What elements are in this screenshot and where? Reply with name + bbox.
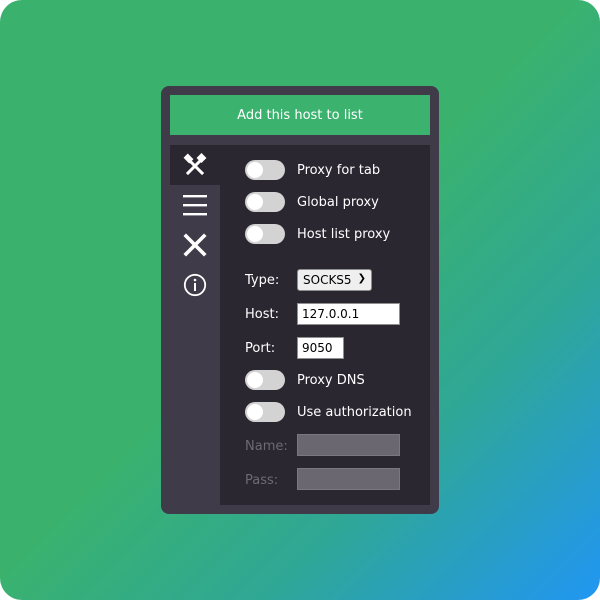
sidebar-item-info[interactable] <box>170 265 220 305</box>
global-proxy-toggle[interactable] <box>245 192 285 212</box>
toggle-knob <box>247 162 263 178</box>
proxy-for-tab-toggle[interactable] <box>245 160 285 180</box>
host-list-proxy-toggle[interactable] <box>245 224 285 244</box>
global-proxy-row: Global proxy <box>245 191 379 213</box>
hamburger-list-icon <box>183 195 207 216</box>
close-icon <box>183 233 207 257</box>
host-list-proxy-label: Host list proxy <box>297 226 391 242</box>
port-label: Port: <box>245 341 276 356</box>
proxy-type-select[interactable]: SOCKS5 ❯ <box>297 269 372 291</box>
host-label: Host: <box>245 307 279 322</box>
toggle-knob <box>247 404 263 420</box>
name-label: Name: <box>245 439 288 454</box>
host-input[interactable] <box>297 303 400 325</box>
toggle-knob <box>247 372 263 388</box>
sidebar-item-tools[interactable] <box>170 145 220 185</box>
toggle-knob <box>247 194 263 210</box>
sidebar-item-remove[interactable] <box>170 225 220 265</box>
name-input[interactable] <box>297 434 400 456</box>
hammer-pick-icon <box>183 153 207 176</box>
use-authorization-toggle[interactable] <box>245 402 285 422</box>
info-icon <box>183 273 207 297</box>
proxy-dns-label: Proxy DNS <box>297 372 365 388</box>
host-list-proxy-row: Host list proxy <box>245 223 390 245</box>
add-host-button[interactable]: Add this host to list <box>170 95 430 135</box>
proxy-dns-toggle[interactable] <box>245 370 285 390</box>
sidebar-item-list[interactable] <box>170 185 220 225</box>
port-input[interactable] <box>297 337 344 359</box>
background: Add this host to list Proxy for tab Glob… <box>0 0 600 600</box>
sidebar <box>170 145 220 505</box>
proxy-dns-row: Proxy DNS <box>245 369 365 391</box>
proxy-popup: Add this host to list Proxy for tab Glob… <box>161 86 439 514</box>
use-authorization-label: Use authorization <box>297 404 412 420</box>
pass-label: Pass: <box>245 473 279 488</box>
toggle-knob <box>247 226 263 242</box>
global-proxy-label: Global proxy <box>297 194 379 210</box>
proxy-for-tab-label: Proxy for tab <box>297 162 381 178</box>
use-authorization-row: Use authorization <box>245 401 412 423</box>
settings-panel: Proxy for tab Global proxy Host list pro… <box>220 145 430 505</box>
proxy-type-value: SOCKS5 <box>303 273 352 287</box>
chevron-down-icon: ❯ <box>357 273 366 284</box>
pass-input[interactable] <box>297 468 400 490</box>
proxy-for-tab-row: Proxy for tab <box>245 159 380 181</box>
type-label: Type: <box>245 273 280 288</box>
